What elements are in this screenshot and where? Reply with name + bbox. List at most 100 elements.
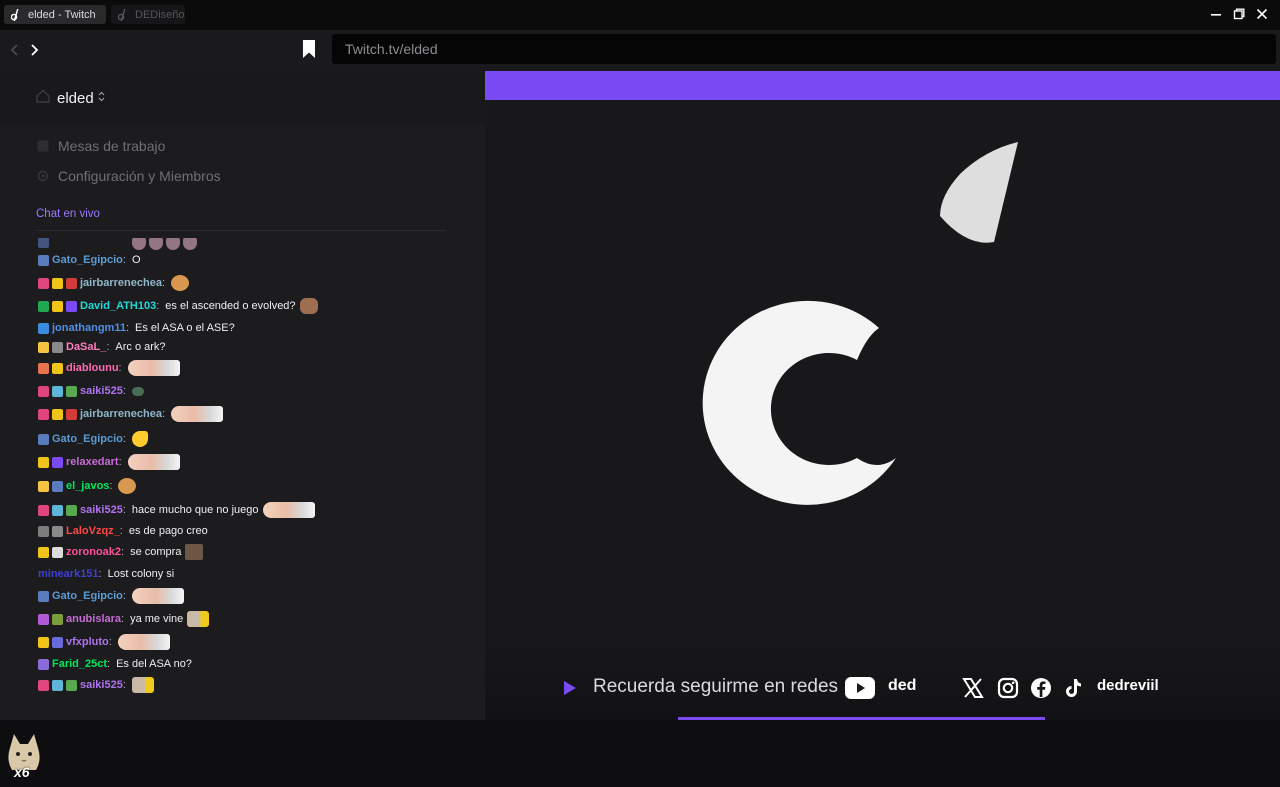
emote[interactable] bbox=[118, 478, 137, 494]
emote[interactable] bbox=[127, 454, 180, 470]
workspace-name: elded bbox=[57, 90, 94, 107]
chat-message: jonathangm11: Es el ASA o el ASE? bbox=[38, 318, 239, 338]
chat-message: zoronoak2: se compra bbox=[38, 542, 206, 562]
chat-username[interactable]: saiki525 bbox=[80, 504, 123, 516]
chat-text: Es el ASA o el ASE? bbox=[135, 322, 235, 334]
chat-badge[interactable] bbox=[38, 525, 49, 537]
chat-badge[interactable] bbox=[38, 480, 49, 492]
chat-badge[interactable] bbox=[38, 300, 49, 312]
chat-badge[interactable] bbox=[38, 341, 49, 353]
play-icon bbox=[563, 680, 577, 696]
emote[interactable] bbox=[131, 386, 144, 396]
chat-badge[interactable] bbox=[66, 679, 77, 691]
emote[interactable] bbox=[262, 502, 315, 518]
chat-badge[interactable] bbox=[38, 322, 49, 334]
chat-username[interactable]: DaSaL_ bbox=[66, 341, 106, 353]
chat-badge[interactable] bbox=[52, 300, 63, 312]
emote[interactable] bbox=[131, 588, 184, 604]
emote[interactable] bbox=[117, 634, 170, 650]
chat-badge bbox=[38, 238, 49, 248]
chat-badge[interactable] bbox=[38, 679, 49, 691]
chat-badge[interactable] bbox=[52, 546, 63, 558]
chat-badge[interactable] bbox=[38, 546, 49, 558]
chat-badge[interactable] bbox=[52, 504, 63, 516]
chat-username[interactable]: mineark151 bbox=[38, 568, 99, 580]
minimize-icon[interactable] bbox=[1208, 6, 1224, 22]
bookmark-icon[interactable] bbox=[303, 40, 315, 58]
chat-username[interactable]: jairbarrenechea bbox=[80, 277, 162, 289]
chat-badge[interactable] bbox=[38, 254, 49, 266]
chat-badge[interactable] bbox=[38, 590, 49, 602]
chat-username[interactable]: jonathangm11 bbox=[52, 322, 126, 334]
chat-badge[interactable] bbox=[66, 277, 77, 289]
chat-username[interactable]: anubislara bbox=[66, 613, 121, 625]
chat-badge[interactable] bbox=[52, 679, 63, 691]
chat-badge[interactable] bbox=[52, 385, 63, 397]
tab-elded-twitch[interactable]: elded - Twitch bbox=[4, 5, 106, 24]
chat-badge[interactable] bbox=[66, 504, 77, 516]
chat-badge[interactable] bbox=[52, 613, 63, 625]
chat-badge[interactable] bbox=[52, 277, 63, 289]
chat-badge[interactable] bbox=[66, 300, 77, 312]
chat-section-label[interactable]: Chat en vivo bbox=[36, 208, 100, 220]
emote[interactable] bbox=[299, 298, 318, 314]
chat-badge[interactable] bbox=[52, 480, 63, 492]
chat-badge[interactable] bbox=[52, 408, 63, 420]
chat-badge[interactable] bbox=[52, 362, 63, 374]
emote[interactable] bbox=[131, 431, 148, 447]
chat-list[interactable]: Gato_Egipcio: O jairbarrenechea: David_ATH1… bbox=[38, 238, 478, 720]
menu-item-configuracion[interactable]: Configuración y Miembros bbox=[36, 166, 221, 186]
chat-badge[interactable] bbox=[38, 658, 49, 670]
chat-username[interactable]: diablounu bbox=[66, 362, 119, 374]
chat-message: vfxpluto: bbox=[38, 632, 173, 652]
chat-username[interactable]: zoronoak2 bbox=[66, 546, 121, 558]
chat-badge[interactable] bbox=[52, 525, 63, 537]
chat-badge[interactable] bbox=[38, 613, 49, 625]
workspace-header[interactable]: elded bbox=[0, 70, 485, 124]
menu-item-mesas[interactable]: Mesas de trabajo bbox=[36, 136, 165, 156]
tab-label: DEDiseño bbox=[135, 8, 185, 21]
chat-badge[interactable] bbox=[38, 433, 49, 445]
back-icon[interactable] bbox=[7, 41, 21, 59]
chat-username[interactable]: David_ATH103 bbox=[80, 300, 156, 312]
emote[interactable] bbox=[185, 544, 204, 560]
chat-message: Gato_Egipcio: O bbox=[38, 250, 145, 270]
emote[interactable] bbox=[131, 677, 154, 693]
emote[interactable] bbox=[171, 275, 189, 291]
chat-badge[interactable] bbox=[38, 362, 49, 374]
restore-icon[interactable] bbox=[1231, 6, 1247, 22]
chat-username[interactable]: LaloVzqz_ bbox=[66, 525, 120, 537]
chat-username[interactable]: saiki525 bbox=[80, 679, 123, 691]
chat-username[interactable]: saiki525 bbox=[80, 385, 123, 397]
chat-badge[interactable] bbox=[38, 504, 49, 516]
tiktok-icon bbox=[1063, 677, 1085, 699]
tab-dediseno[interactable]: DEDiseño bbox=[111, 5, 185, 24]
chat-badge[interactable] bbox=[38, 456, 49, 468]
chat-separator: : bbox=[122, 679, 126, 691]
chat-badge[interactable] bbox=[38, 277, 49, 289]
chat-username[interactable]: jairbarrenechea bbox=[80, 408, 162, 420]
chat-username[interactable]: vfxpluto bbox=[66, 636, 109, 648]
chat-badge[interactable] bbox=[66, 408, 77, 420]
stream-video[interactable]: Recuerda seguirme en redes ded dedreviil bbox=[485, 70, 1280, 720]
chat-badge[interactable] bbox=[66, 385, 77, 397]
emote[interactable] bbox=[171, 406, 223, 422]
url-field[interactable]: Twitch.tv/elded bbox=[332, 34, 1276, 64]
chat-username[interactable]: Gato_Egipcio bbox=[52, 433, 123, 445]
chat-badge[interactable] bbox=[52, 636, 63, 648]
emote[interactable] bbox=[127, 360, 180, 376]
chat-badge[interactable] bbox=[38, 385, 49, 397]
chat-username[interactable]: Farid_25ct bbox=[52, 658, 107, 670]
close-icon[interactable] bbox=[1254, 6, 1270, 22]
chat-badge[interactable] bbox=[52, 341, 63, 353]
chat-username[interactable]: Gato_Egipcio bbox=[52, 590, 123, 602]
chat-username[interactable]: relaxedart bbox=[66, 456, 119, 468]
youtube-handle: ded bbox=[888, 677, 917, 694]
chat-badge[interactable] bbox=[38, 408, 49, 420]
chat-badge[interactable] bbox=[38, 636, 49, 648]
emote[interactable] bbox=[187, 611, 210, 627]
chat-username[interactable]: el_javos bbox=[66, 480, 109, 492]
forward-icon[interactable] bbox=[28, 41, 42, 59]
chat-badge[interactable] bbox=[52, 456, 63, 468]
chat-username[interactable]: Gato_Egipcio bbox=[52, 254, 123, 266]
